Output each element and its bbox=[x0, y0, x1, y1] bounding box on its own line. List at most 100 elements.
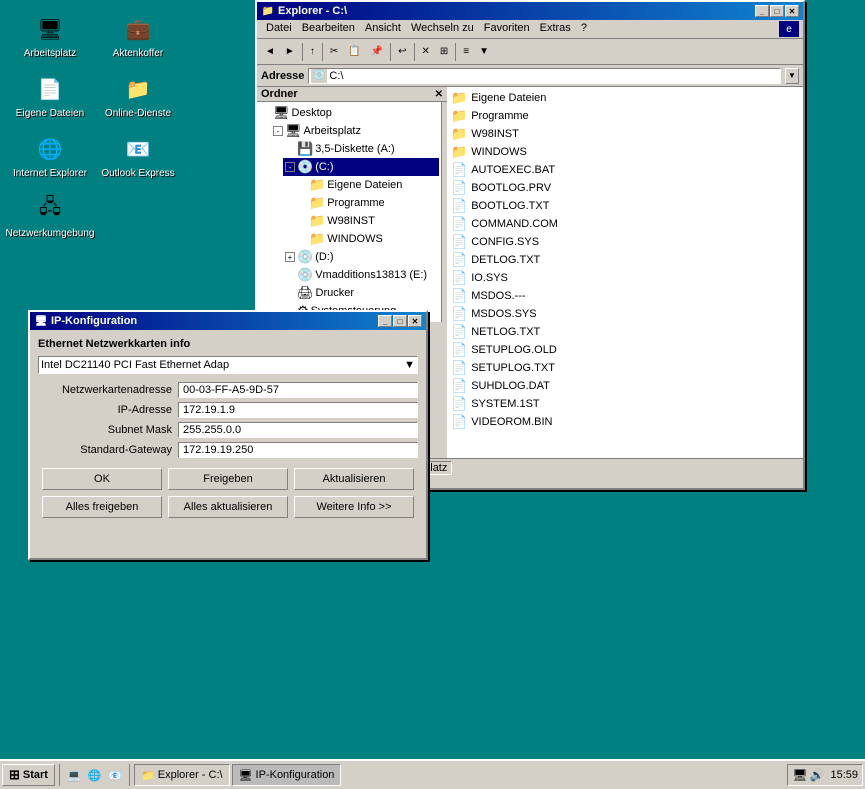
ip-freigeben-button[interactable]: Freigeben bbox=[168, 468, 288, 490]
tree-item-programme[interactable]: 📁 Programme bbox=[295, 194, 439, 212]
file-icon-5: 📄 bbox=[451, 234, 467, 250]
start-windows-icon: ⊞ bbox=[9, 767, 20, 769]
d-expand-icon[interactable]: + bbox=[285, 252, 295, 262]
ip-dialog-titlebar: 🖥 IP-Konfiguration _ □ ✕ bbox=[30, 312, 426, 330]
ip-dialog-icon: 🖥 bbox=[34, 314, 48, 328]
vmadditions-icon: 💿 bbox=[297, 267, 313, 283]
ip-alles-freigeben-button[interactable]: Alles freigeben bbox=[42, 496, 162, 518]
drucker-icon: 🖨 bbox=[297, 285, 314, 301]
tree-item-c-drive[interactable]: - 💿 (C:) bbox=[283, 158, 439, 176]
tree-item-desktop[interactable]: 🖥 Desktop bbox=[259, 104, 439, 122]
tree-item-windows[interactable]: 📁 WINDOWS bbox=[295, 230, 439, 248]
ip-weitere-info-button[interactable]: Weitere Info >> bbox=[294, 496, 414, 518]
file-item-eigene-dateien[interactable]: 📁 Eigene Dateien bbox=[449, 94, 801, 107]
tree-item-vmadditions[interactable]: 💿 Vmadditions13813 (E:) bbox=[283, 266, 439, 284]
folder-tree[interactable]: 🖥 Desktop - 🖥 Arbeitsplatz 💾 bbox=[257, 102, 442, 322]
ip-dialog-title-left: 🖥 IP-Konfiguration bbox=[34, 314, 137, 328]
desktop-icon-online-dienste[interactable]: 📁 Online-Dienste bbox=[98, 94, 178, 122]
file-item-videorom[interactable]: 📄 VIDEOROM.BIN bbox=[449, 413, 801, 431]
subnet-label: Subnet Mask bbox=[38, 424, 178, 436]
taskbar-item-explorer[interactable]: 📁 Explorer - C:\ bbox=[134, 764, 230, 769]
file-item-setuplog-old[interactable]: 📄 SETUPLOG.OLD bbox=[449, 341, 801, 359]
ip-close-button[interactable]: ✕ bbox=[408, 315, 422, 327]
ip-buttons-row2: Alles freigeben Alles aktualisieren Weit… bbox=[38, 496, 418, 518]
ip-maximize-button[interactable]: □ bbox=[393, 315, 407, 327]
ip-dialog: 🖥 IP-Konfiguration _ □ ✕ Ethernet Netzwe… bbox=[28, 310, 428, 560]
file-item-w98inst[interactable]: 📁 W98INST bbox=[449, 125, 801, 143]
arbeitsplatz-tree-icon: 🖥 bbox=[285, 123, 302, 139]
c-drive-icon: 💿 bbox=[297, 159, 313, 175]
desktop-icon-eigene-dateien[interactable]: 📄 Eigene Dateien bbox=[10, 94, 90, 122]
quick-launch-icon1[interactable]: 💻 bbox=[64, 764, 84, 769]
outlook-icon: 📧 bbox=[122, 133, 154, 165]
ip-minimize-button[interactable]: _ bbox=[378, 315, 392, 327]
desktop-icon-netzwerk[interactable]: 🖧 Netzwerkumgebung bbox=[10, 190, 90, 242]
tree-item-arbeitsplatz[interactable]: - 🖥 Arbeitsplatz bbox=[271, 122, 439, 140]
file-item-suhdlog[interactable]: 📄 SUHDLOG.DAT bbox=[449, 377, 801, 395]
tree-item-eigene-dateien[interactable]: 📁 Eigene Dateien bbox=[295, 176, 439, 194]
file-icon-2: 📄 bbox=[451, 180, 467, 196]
quick-launch-icon3[interactable]: 📧 bbox=[105, 764, 125, 769]
ip-value: 172.19.1.9 bbox=[178, 402, 418, 418]
ip-dialog-body: Ethernet Netzwerkkarten info Intel DC211… bbox=[30, 330, 426, 526]
file-item-netlog[interactable]: 📄 NETLOG.TXT bbox=[449, 323, 801, 341]
d-drive-icon: 💿 bbox=[297, 249, 313, 265]
file-icon-14: 📄 bbox=[451, 396, 467, 412]
desktop-icon-outlook[interactable]: 📧 Outlook Express bbox=[98, 130, 178, 182]
ip-dialog-controls: _ □ ✕ bbox=[378, 315, 422, 327]
file-item-detlog[interactable]: 📄 DETLOG.TXT bbox=[449, 251, 801, 269]
gateway-value: 172.19.19.250 bbox=[178, 442, 418, 458]
file-item-msdos-dash[interactable]: 📄 MSDOS.--- bbox=[449, 287, 801, 305]
ip-section-label: Ethernet Netzwerkkarten info bbox=[38, 338, 418, 350]
file-item-windows[interactable]: 📁 WINDOWS bbox=[449, 143, 801, 161]
file-icon-9: 📄 bbox=[451, 306, 467, 322]
desktop-icon-ie[interactable]: 🌐 Internet Explorer bbox=[10, 130, 90, 182]
folder-icon: 📁 bbox=[451, 94, 467, 106]
file-item-bootlog-txt[interactable]: 📄 BOOTLOG.TXT bbox=[449, 197, 801, 215]
mac-value: 00-03-FF-A5-9D-57 bbox=[178, 382, 418, 398]
file-item-bootlog-prv[interactable]: 📄 BOOTLOG.PRV bbox=[449, 179, 801, 197]
ie-main-content: "Win98" Remote Control Remote Control ▼ … bbox=[0, 94, 865, 769]
gateway-label: Standard-Gateway bbox=[38, 444, 178, 456]
programme-icon: 📁 bbox=[309, 195, 325, 211]
file-item-autoexec[interactable]: 📄 AUTOEXEC.BAT bbox=[449, 161, 801, 179]
tree-item-drucker[interactable]: 🖨 Drucker bbox=[283, 284, 439, 302]
start-button[interactable]: ⊞ Start bbox=[2, 764, 55, 769]
file-item-setuplog-txt[interactable]: 📄 SETUPLOG.TXT bbox=[449, 359, 801, 377]
ie-browser-window: e "Win98" Remote Control - Microsoft Int… bbox=[0, 0, 865, 789]
tray-volume-icon: 🔊 bbox=[810, 768, 825, 769]
folder-panel-header: Ordner ✕ bbox=[257, 94, 447, 102]
ip-alles-aktualisieren-button[interactable]: Alles aktualisieren bbox=[168, 496, 288, 518]
ip-buttons-row1: OK Freigeben Aktualisieren bbox=[38, 468, 418, 490]
tree-item-w98inst[interactable]: 📁 W98INST bbox=[295, 212, 439, 230]
netzwerk-icon: 🖧 bbox=[34, 193, 66, 225]
ip-field-mac: Netzwerkartenadresse 00-03-FF-A5-9D-57 bbox=[38, 382, 418, 398]
file-item-programme[interactable]: 📁 Programme bbox=[449, 107, 801, 125]
ip-adapter-dropdown[interactable]: Intel DC21140 PCI Fast Ethernet Adap ▼ bbox=[38, 356, 418, 374]
quick-launch-icon2[interactable]: 🌐 bbox=[85, 764, 105, 769]
file-icon-6: 📄 bbox=[451, 252, 467, 268]
eigene-dateien-icon: 📄 bbox=[34, 94, 66, 105]
file-item-config[interactable]: 📄 CONFIG.SYS bbox=[449, 233, 801, 251]
file-item-system1st[interactable]: 📄 SYSTEM.1ST bbox=[449, 395, 801, 413]
file-item-io[interactable]: 📄 IO.SYS bbox=[449, 269, 801, 287]
windows-icon: 📁 bbox=[309, 231, 325, 247]
taskbar-item-ip[interactable]: 🖥 IP-Konfiguration bbox=[232, 764, 342, 769]
file-list[interactable]: 📁 Eigene Dateien 📁 Programme 📁 W98INST bbox=[447, 94, 803, 458]
ip-aktualisieren-button[interactable]: Aktualisieren bbox=[294, 468, 414, 490]
netzwerk-label: Netzwerkumgebung bbox=[6, 228, 95, 239]
tree-item-d-drive[interactable]: + 💿 (D:) bbox=[283, 248, 439, 266]
file-icon-3: 📄 bbox=[451, 198, 467, 214]
subnet-value: 255.255.0.0 bbox=[178, 422, 418, 438]
taskbar-separator-2 bbox=[129, 764, 130, 769]
taskbar-explorer-icon: 📁 bbox=[141, 769, 155, 770]
online-dienste-label: Online-Dienste bbox=[105, 108, 171, 119]
file-item-command[interactable]: 📄 COMMAND.COM bbox=[449, 215, 801, 233]
folder-panel-close-button[interactable]: ✕ bbox=[435, 94, 443, 100]
file-item-msdos-sys[interactable]: 📄 MSDOS.SYS bbox=[449, 305, 801, 323]
expand-icon[interactable]: - bbox=[273, 126, 283, 136]
c-expand-icon[interactable]: - bbox=[285, 162, 295, 172]
ip-ok-button[interactable]: OK bbox=[42, 468, 162, 490]
tree-item-diskette[interactable]: 💾 3,5-Diskette (A:) bbox=[283, 140, 439, 158]
taskbar-separator bbox=[59, 764, 60, 769]
